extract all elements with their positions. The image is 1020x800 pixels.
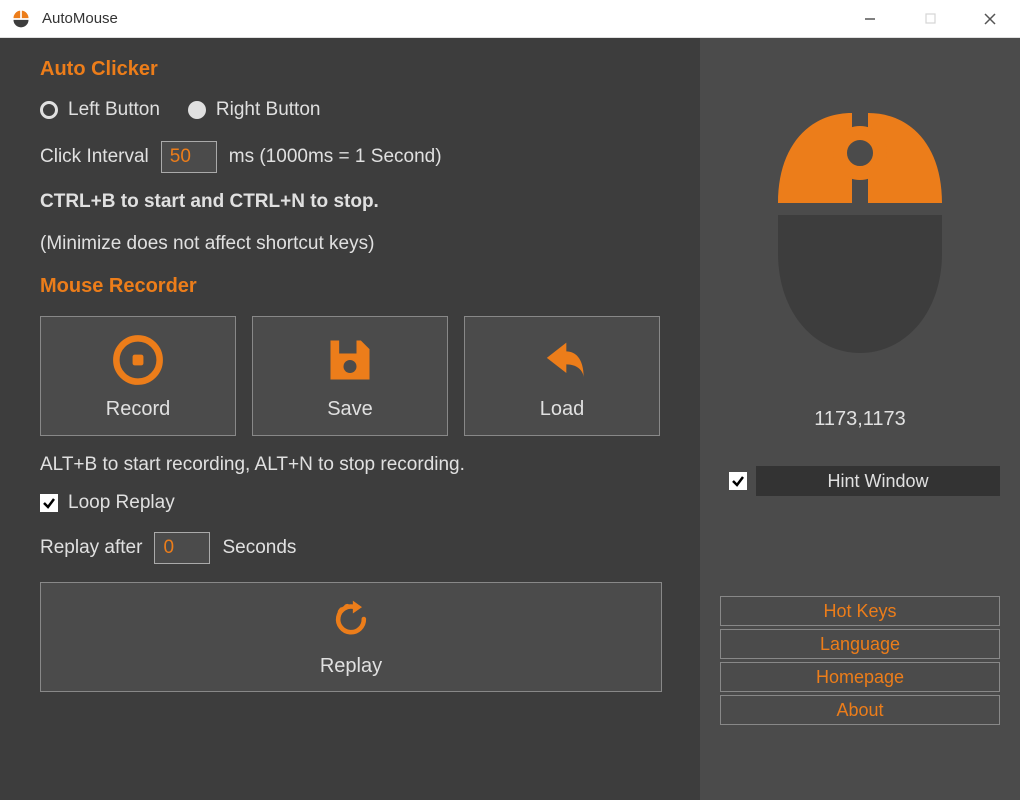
clicker-hotkey-hint: CTRL+B to start and CTRL+N to stop. <box>40 191 672 213</box>
mouse-recorder-heading: Mouse Recorder <box>40 275 672 298</box>
language-link[interactable]: Language <box>720 629 1000 659</box>
replay-label: Replay <box>320 655 382 678</box>
save-icon <box>322 332 378 388</box>
replay-button[interactable]: Replay <box>40 582 662 692</box>
loop-replay-checkbox[interactable]: Loop Replay <box>40 492 672 514</box>
about-link[interactable]: About <box>720 695 1000 725</box>
left-button-radio[interactable]: Left Button <box>40 99 160 121</box>
minimize-button[interactable] <box>840 0 900 38</box>
click-interval-label: Click Interval <box>40 146 149 168</box>
maximize-button[interactable] <box>900 0 960 38</box>
minimize-hint: (Minimize does not affect shortcut keys) <box>40 233 672 255</box>
app-icon <box>10 8 32 30</box>
hint-window-label: Hint Window <box>756 466 1000 496</box>
replay-after-unit: Seconds <box>222 537 296 559</box>
click-interval-unit: ms (1000ms = 1 Second) <box>229 146 442 168</box>
save-button[interactable]: Save <box>252 316 448 436</box>
loop-replay-label: Loop Replay <box>68 492 175 514</box>
left-button-label: Left Button <box>68 99 160 121</box>
recorder-hotkey-hint: ALT+B to start recording, ALT+N to stop … <box>40 454 500 476</box>
load-label: Load <box>540 398 585 421</box>
replay-icon <box>329 597 373 647</box>
record-button[interactable]: Record <box>40 316 236 436</box>
radio-selected-icon <box>40 101 58 119</box>
replay-after-input[interactable] <box>154 532 210 564</box>
load-icon <box>534 332 590 388</box>
right-button-label: Right Button <box>216 99 321 121</box>
radio-unselected-icon <box>188 101 206 119</box>
record-icon <box>110 332 166 388</box>
record-label: Record <box>106 398 170 421</box>
mouse-logo-icon <box>755 93 965 373</box>
click-interval-input[interactable] <box>161 141 217 173</box>
mouse-coordinates: 1173,1173 <box>814 408 906 431</box>
hint-window-checkbox[interactable] <box>729 472 747 490</box>
titlebar: AutoMouse <box>0 0 1020 38</box>
replay-after-label: Replay after <box>40 537 142 559</box>
auto-clicker-heading: Auto Clicker <box>40 58 672 81</box>
save-label: Save <box>327 398 373 421</box>
checkbox-checked-icon <box>40 494 58 512</box>
right-button-radio[interactable]: Right Button <box>188 99 321 121</box>
homepage-link[interactable]: Homepage <box>720 662 1000 692</box>
window-title: AutoMouse <box>42 10 840 27</box>
side-panel: 1173,1173 Hint Window Hot Keys Language … <box>700 38 1020 800</box>
load-button[interactable]: Load <box>464 316 660 436</box>
main-panel: Auto Clicker Left Button Right Button Cl… <box>0 38 700 800</box>
close-button[interactable] <box>960 0 1020 38</box>
hot-keys-link[interactable]: Hot Keys <box>720 596 1000 626</box>
